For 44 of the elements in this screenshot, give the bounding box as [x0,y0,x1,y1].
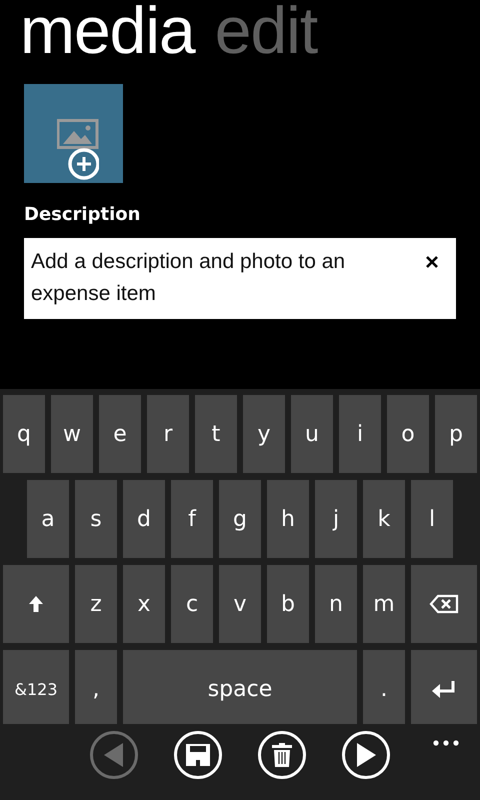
key[interactable]: b [267,565,309,643]
trash-icon [272,743,292,767]
key[interactable]: c [171,565,213,643]
save-icon [186,744,210,766]
key[interactable]: y [243,395,285,473]
enter-icon [431,679,457,699]
key[interactable]: l [411,480,453,558]
key[interactable]: n [315,565,357,643]
save-button[interactable] [174,731,222,779]
key[interactable]: o [387,395,429,473]
key[interactable]: s [75,480,117,558]
add-photo-tile[interactable] [24,84,123,183]
key[interactable]: x [123,565,165,643]
key[interactable]: w [51,395,93,473]
delete-button[interactable] [258,731,306,779]
key[interactable]: h [267,480,309,558]
key[interactable]: k [363,480,405,558]
backspace-key[interactable] [411,565,477,643]
key[interactable]: a [27,480,69,558]
key[interactable]: m [363,565,405,643]
shift-icon [28,595,44,613]
next-button[interactable] [342,731,390,779]
key[interactable]: q [3,395,45,473]
key[interactable]: j [315,480,357,558]
clear-icon[interactable] [426,256,438,268]
key[interactable]: v [219,565,261,643]
backspace-icon [429,594,459,614]
key[interactable]: p [435,395,477,473]
description-field[interactable]: Add a description and photo to an expense item [24,238,456,319]
pivot-header[interactable]: media [20,0,195,62]
key[interactable]: z [75,565,117,643]
key[interactable]: u [291,395,333,473]
add-photo-icon [56,119,98,181]
description-label: Description [24,203,142,227]
key[interactable]: g [219,480,261,558]
more-icon[interactable] [433,740,459,746]
key[interactable]: t [195,395,237,473]
back-icon [103,742,125,768]
key[interactable]: i [339,395,381,473]
key[interactable]: d [123,480,165,558]
key[interactable]: e [99,395,141,473]
key[interactable]: r [147,395,189,473]
next-icon [355,742,377,768]
key[interactable]: f [171,480,213,558]
